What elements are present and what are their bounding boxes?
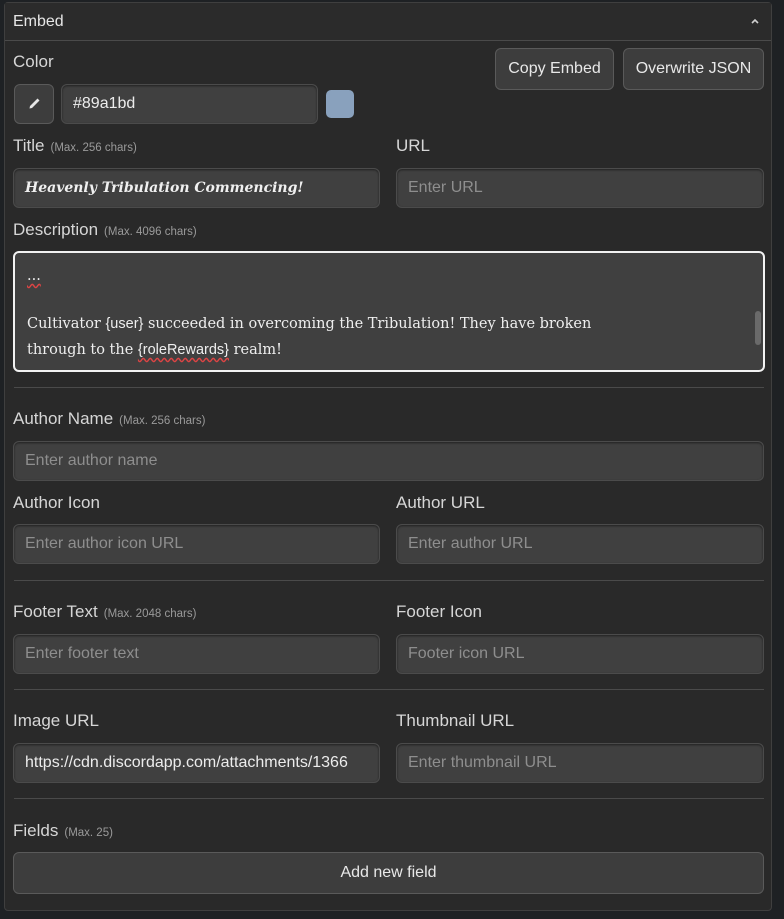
- image-url-label: Image URL: [13, 711, 99, 730]
- title-label: Title: [13, 136, 45, 155]
- thumbnail-url-label: Thumbnail URL: [396, 711, 515, 730]
- description-line-3: through to the {roleRewards} realm!: [27, 342, 282, 358]
- add-field-button[interactable]: Add new field: [13, 852, 764, 894]
- divider: [14, 580, 764, 581]
- eyedropper-icon: [29, 98, 40, 109]
- divider: [14, 689, 764, 690]
- description-label: Description: [13, 220, 99, 239]
- description-line-1: ...: [27, 268, 41, 284]
- color-picker-button[interactable]: [14, 84, 54, 124]
- fields-hint: (Max. 25): [64, 827, 113, 839]
- title-input[interactable]: Heavenly Tribulation Commencing!: [13, 168, 380, 208]
- overwrite-json-button[interactable]: Overwrite JSON: [623, 48, 764, 90]
- footer-text-input[interactable]: Enter footer text: [13, 634, 380, 674]
- author-name-label-row: Author Name (Max. 256 chars): [13, 409, 205, 429]
- fields-label: Fields: [13, 821, 59, 840]
- description-scrollbar[interactable]: [755, 311, 761, 345]
- title-hint: (Max. 256 chars): [50, 142, 137, 154]
- footer-text-label-row: Footer Text (Max. 2048 chars): [13, 602, 196, 622]
- description-label-row: Description (Max. 4096 chars): [13, 220, 197, 240]
- footer-icon-input[interactable]: Footer icon URL: [396, 634, 764, 674]
- chevron-up-icon[interactable]: [749, 15, 761, 27]
- thumbnail-url-input[interactable]: Enter thumbnail URL: [396, 743, 764, 783]
- author-name-input[interactable]: Enter author name: [13, 441, 764, 481]
- color-label: Color: [13, 52, 54, 71]
- panel-title: Embed: [13, 12, 64, 30]
- image-url-input[interactable]: https://cdn.discordapp.com/attachments/1…: [13, 743, 380, 783]
- panel-header[interactable]: Embed: [5, 3, 771, 41]
- footer-text-label: Footer Text: [13, 602, 98, 621]
- title-label-row: Title (Max. 256 chars): [13, 136, 137, 156]
- footer-icon-label: Footer Icon: [396, 602, 482, 621]
- embed-panel: Embed Color Copy Embed Overwrite JSON #8…: [4, 2, 772, 911]
- fields-label-row: Fields (Max. 25): [13, 821, 113, 841]
- url-input[interactable]: Enter URL: [396, 168, 764, 208]
- url-label: URL: [396, 136, 431, 155]
- description-textarea[interactable]: ... Cultivator {user} succeeded in overc…: [13, 251, 765, 372]
- divider: [14, 798, 764, 799]
- author-name-label: Author Name: [13, 409, 114, 428]
- author-url-label: Author URL: [396, 493, 485, 512]
- divider: [14, 387, 764, 388]
- color-swatch[interactable]: [326, 90, 354, 118]
- description-hint: (Max. 4096 chars): [104, 226, 197, 238]
- footer-text-hint: (Max. 2048 chars): [103, 608, 197, 620]
- title-value: Heavenly Tribulation Commencing!: [25, 180, 304, 196]
- copy-embed-button[interactable]: Copy Embed: [495, 48, 614, 90]
- author-icon-label: Author Icon: [13, 493, 100, 512]
- author-icon-input[interactable]: Enter author icon URL: [13, 524, 380, 564]
- author-url-input[interactable]: Enter author URL: [396, 524, 764, 564]
- color-hex-input[interactable]: #89a1bd: [61, 84, 318, 124]
- description-line-2: Cultivator {user} succeeded in overcomin…: [27, 316, 592, 332]
- author-name-hint: (Max. 256 chars): [119, 415, 206, 427]
